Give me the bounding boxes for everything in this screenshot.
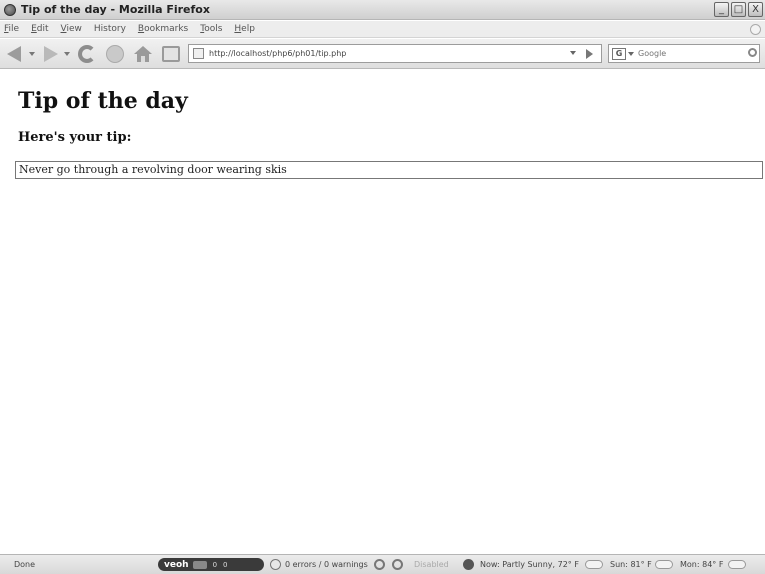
status-bar: Done veoh 0 0 0 errors / 0 warnings Disa… bbox=[0, 554, 765, 574]
veoh-count-a: 0 bbox=[212, 560, 218, 569]
menu-view-label: iew bbox=[66, 24, 82, 34]
disabled-status: Disabled bbox=[414, 560, 449, 569]
menu-help[interactable]: Help bbox=[234, 24, 255, 34]
weather-sun: Sun: 81° F bbox=[610, 560, 652, 569]
maximize-button[interactable]: □ bbox=[731, 2, 746, 17]
navigation-toolbar: http://localhost/php6/ph01/tip.php G bbox=[0, 39, 765, 69]
menu-edit[interactable]: Edit bbox=[31, 24, 48, 34]
bookmark-page-button[interactable] bbox=[160, 43, 182, 65]
weather-icon[interactable] bbox=[463, 559, 474, 570]
chevron-down-icon bbox=[29, 52, 35, 56]
forward-history-dropdown[interactable] bbox=[63, 43, 71, 65]
stop-icon bbox=[106, 45, 124, 63]
page-title: Tip of the day bbox=[18, 88, 188, 114]
veoh-count-b: 0 bbox=[223, 560, 228, 569]
tip-heading: Here's your tip: bbox=[18, 130, 132, 145]
menu-tools[interactable]: Tools bbox=[200, 24, 222, 34]
address-bar[interactable]: http://localhost/php6/ph01/tip.php bbox=[188, 44, 602, 63]
weather-now: Now: Partly Sunny, 72° F bbox=[480, 560, 579, 569]
menu-tools-label: ools bbox=[204, 24, 223, 34]
veoh-video-icon bbox=[192, 560, 207, 569]
firefox-icon bbox=[4, 3, 16, 16]
stop-button[interactable] bbox=[104, 43, 126, 65]
menu-help-label: elp bbox=[241, 24, 255, 34]
html-validator-icon[interactable] bbox=[270, 559, 281, 570]
throbber-icon bbox=[750, 24, 761, 35]
menu-history[interactable]: History bbox=[94, 24, 126, 34]
home-button[interactable] bbox=[132, 43, 154, 65]
menu-bookmarks[interactable]: Bookmarks bbox=[138, 24, 188, 34]
minimize-button[interactable]: _ bbox=[714, 2, 729, 17]
search-bar[interactable]: G bbox=[608, 44, 760, 63]
forward-arrow-icon bbox=[44, 46, 58, 62]
window-title: Tip of the day - Mozilla Firefox bbox=[21, 3, 210, 16]
validator-errors-text[interactable]: 0 errors / 0 warnings bbox=[285, 560, 368, 569]
veoh-toolbar-widget[interactable]: veoh 0 0 bbox=[158, 558, 264, 571]
back-button[interactable] bbox=[5, 43, 27, 65]
address-url[interactable]: http://localhost/php6/ph01/tip.php bbox=[209, 49, 346, 58]
close-button[interactable]: X bbox=[748, 2, 763, 17]
menu-edit-label: dit bbox=[36, 24, 49, 34]
page-content: Tip of the day Here's your tip: Never go… bbox=[0, 70, 765, 554]
status-text: Done bbox=[14, 560, 36, 569]
weather-mon: Mon: 84° F bbox=[680, 560, 724, 569]
back-arrow-icon bbox=[7, 46, 21, 62]
settings-icon[interactable] bbox=[392, 559, 403, 570]
search-engine-icon[interactable]: G bbox=[612, 47, 626, 60]
partly-sunny-icon bbox=[585, 560, 603, 569]
menu-bookmarks-label: ookmarks bbox=[144, 24, 189, 34]
search-icon[interactable] bbox=[748, 48, 757, 57]
partly-sunny-icon bbox=[655, 560, 673, 569]
search-input[interactable] bbox=[638, 49, 748, 58]
forward-button[interactable] bbox=[40, 43, 62, 65]
power-icon[interactable] bbox=[374, 559, 385, 570]
menu-file[interactable]: File bbox=[4, 24, 19, 34]
veoh-logo: veoh bbox=[164, 559, 189, 570]
menu-file-label: ile bbox=[8, 24, 20, 34]
tip-text-box: Never go through a revolving door wearin… bbox=[15, 161, 763, 179]
search-engine-dropdown[interactable] bbox=[628, 51, 634, 56]
bookmark-icon bbox=[162, 46, 180, 62]
reload-button[interactable] bbox=[76, 43, 98, 65]
home-icon bbox=[134, 46, 152, 62]
menu-history-label: History bbox=[93, 24, 126, 34]
menu-view[interactable]: View bbox=[61, 24, 82, 34]
partly-sunny-icon bbox=[728, 560, 746, 569]
window-controls: _ □ X bbox=[714, 2, 763, 17]
menu-bar: File Edit View History Bookmarks Tools H… bbox=[0, 21, 765, 38]
back-history-dropdown[interactable] bbox=[28, 43, 36, 65]
window-titlebar: Tip of the day - Mozilla Firefox _ □ X bbox=[0, 0, 765, 20]
go-button[interactable] bbox=[586, 49, 593, 59]
chevron-down-icon bbox=[64, 52, 70, 56]
reload-icon bbox=[78, 45, 96, 63]
url-history-dropdown[interactable] bbox=[570, 51, 576, 55]
page-favicon-icon bbox=[193, 48, 204, 59]
